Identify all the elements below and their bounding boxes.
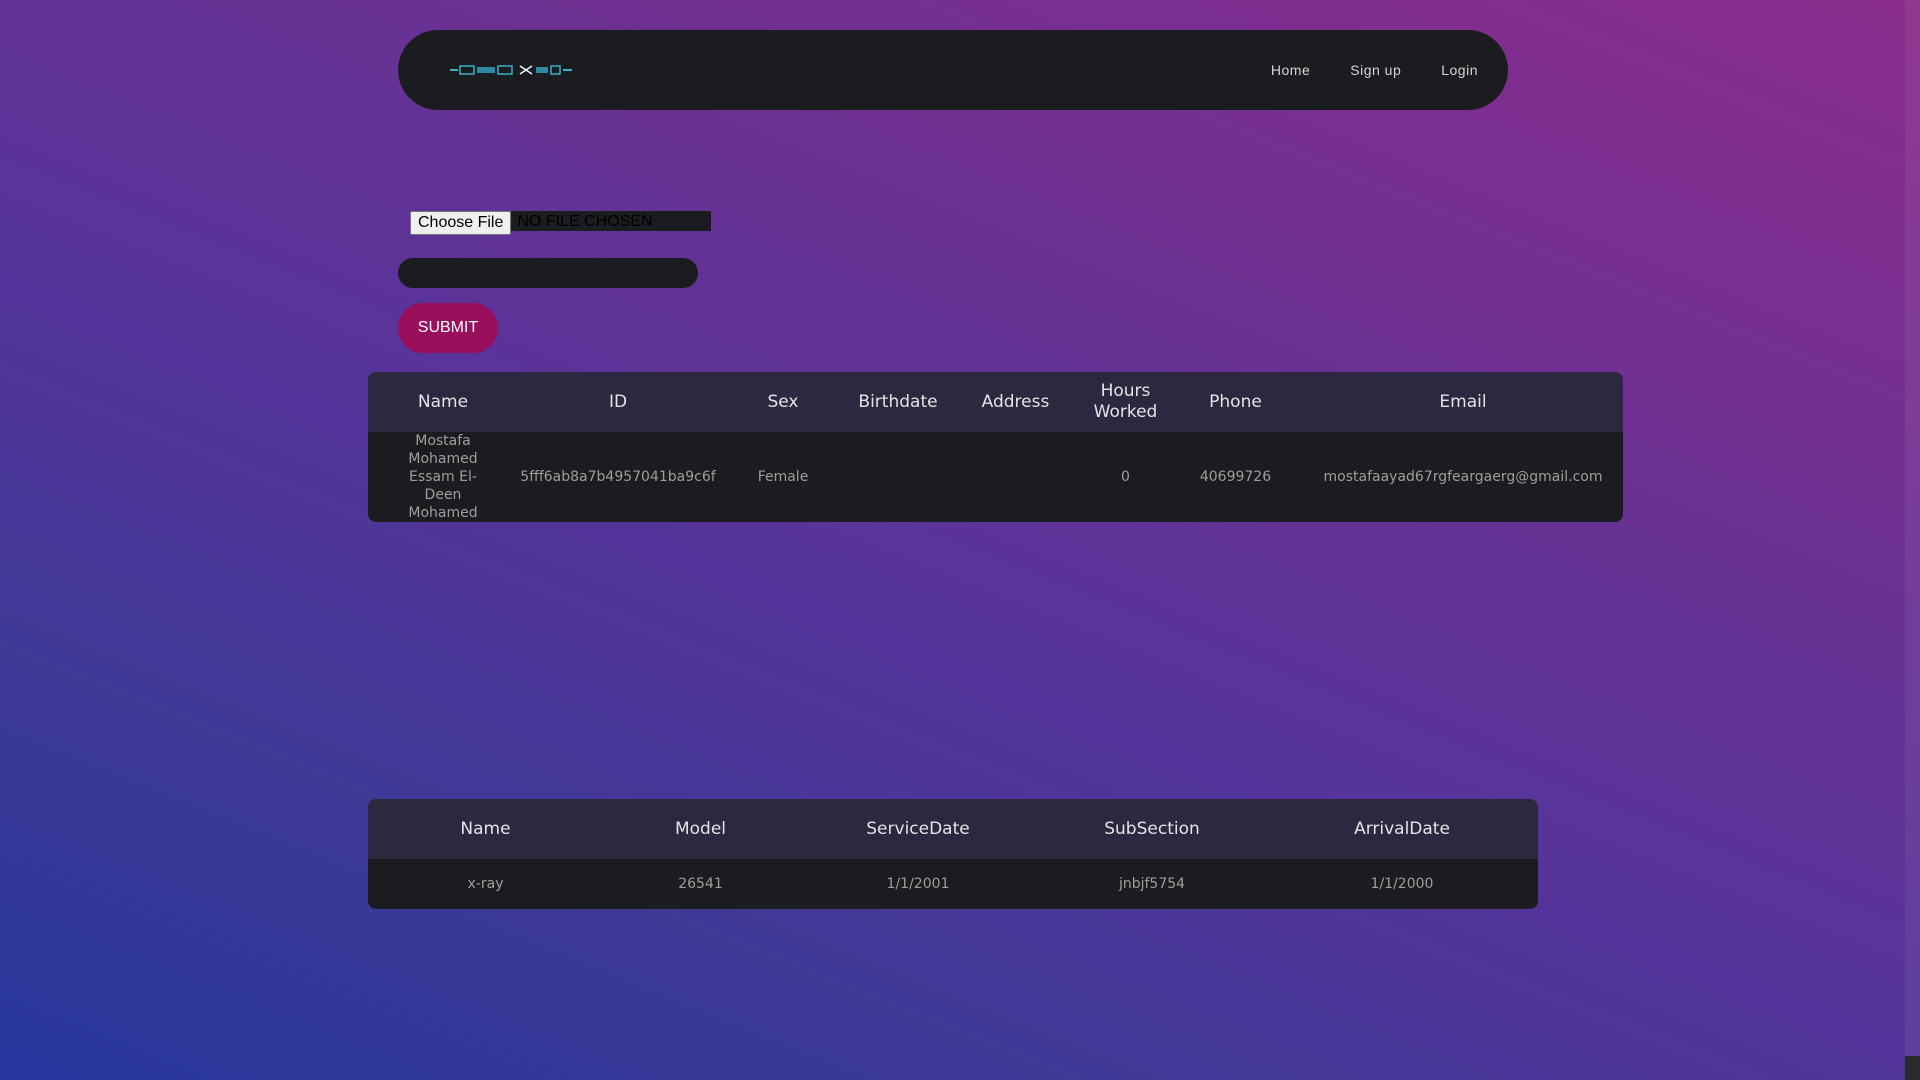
staff-cell-hours-worked: 0 (1121, 469, 1130, 485)
staff-header-phone: Phone (1209, 391, 1262, 412)
file-status-label: NO FILE CHOSEN (511, 211, 712, 231)
nav-login-link[interactable]: Login (1441, 62, 1478, 78)
upload-text-input[interactable] (398, 258, 698, 288)
nav-home-link[interactable]: Home (1271, 62, 1310, 78)
staff-header-address: Address (981, 391, 1050, 412)
submit-button[interactable]: SUBMIT (398, 303, 498, 353)
scrollbar-corner (1905, 1056, 1920, 1080)
staff-table-header-row: Name ID Sex Birthdate Address Hours Work… (368, 372, 1623, 432)
choose-file-button[interactable]: Choose File (410, 211, 512, 235)
staff-cell-id: 5fff6ab8a7b4957041ba9c6f (520, 469, 716, 485)
machine-header-arrival-date: ArrivalDate (1354, 818, 1450, 839)
staff-header-hours-worked: Hours Worked (1093, 381, 1158, 422)
staff-header-email: Email (1439, 391, 1487, 412)
staff-table: Name ID Sex Birthdate Address Hours Work… (368, 372, 1623, 522)
machine-cell-arrival-date: 1/1/2000 (1370, 876, 1434, 892)
staff-header-sex: Sex (767, 391, 799, 412)
nav-signup-link[interactable]: Sign up (1350, 62, 1401, 78)
machine-cell-service-date: 1/1/2001 (886, 876, 950, 892)
machine-table: Name Model ServiceDate SubSection Arriva… (368, 799, 1538, 909)
staff-header-id: ID (608, 391, 628, 412)
machine-header-service-date: ServiceDate (866, 818, 970, 839)
machine-header-name: Name (460, 818, 511, 839)
table-row: x-ray 26541 1/1/2001 jnbjf5754 1/1/2000 (368, 859, 1538, 909)
machine-cell-model: 26541 (678, 876, 723, 892)
machine-header-subsection: SubSection (1104, 818, 1200, 839)
staff-cell-name: Mostafa Mohamed Essam El-Deen Mohamed (408, 433, 478, 521)
machine-header-model: Model (674, 818, 727, 839)
staff-cell-sex: Female (757, 469, 809, 485)
staff-cell-email: mostafaayad67rgfeargaerg@gmail.com (1323, 469, 1603, 485)
staff-header-birthdate: Birthdate (858, 391, 938, 412)
file-upload-control[interactable]: Choose File NO FILE CHOSEN (410, 211, 712, 235)
machine-cell-name: x-ray (467, 876, 504, 892)
top-navbar: Home Sign up Login (398, 30, 1508, 110)
staff-header-name: Name (417, 391, 469, 412)
table-row: Mostafa Mohamed Essam El-Deen Mohamed 5f… (368, 432, 1623, 522)
radiology-logo-icon[interactable] (450, 63, 572, 77)
nav-links: Home Sign up Login (1271, 30, 1478, 110)
staff-cell-phone: 40699726 (1199, 469, 1272, 485)
machine-table-header-row: Name Model ServiceDate SubSection Arriva… (368, 799, 1538, 859)
vertical-scrollbar[interactable] (1905, 0, 1920, 1080)
staff-cell-address (948, 432, 1083, 522)
machine-cell-subsection: jnbjf5754 (1118, 876, 1186, 892)
staff-cell-birthdate (848, 432, 948, 522)
